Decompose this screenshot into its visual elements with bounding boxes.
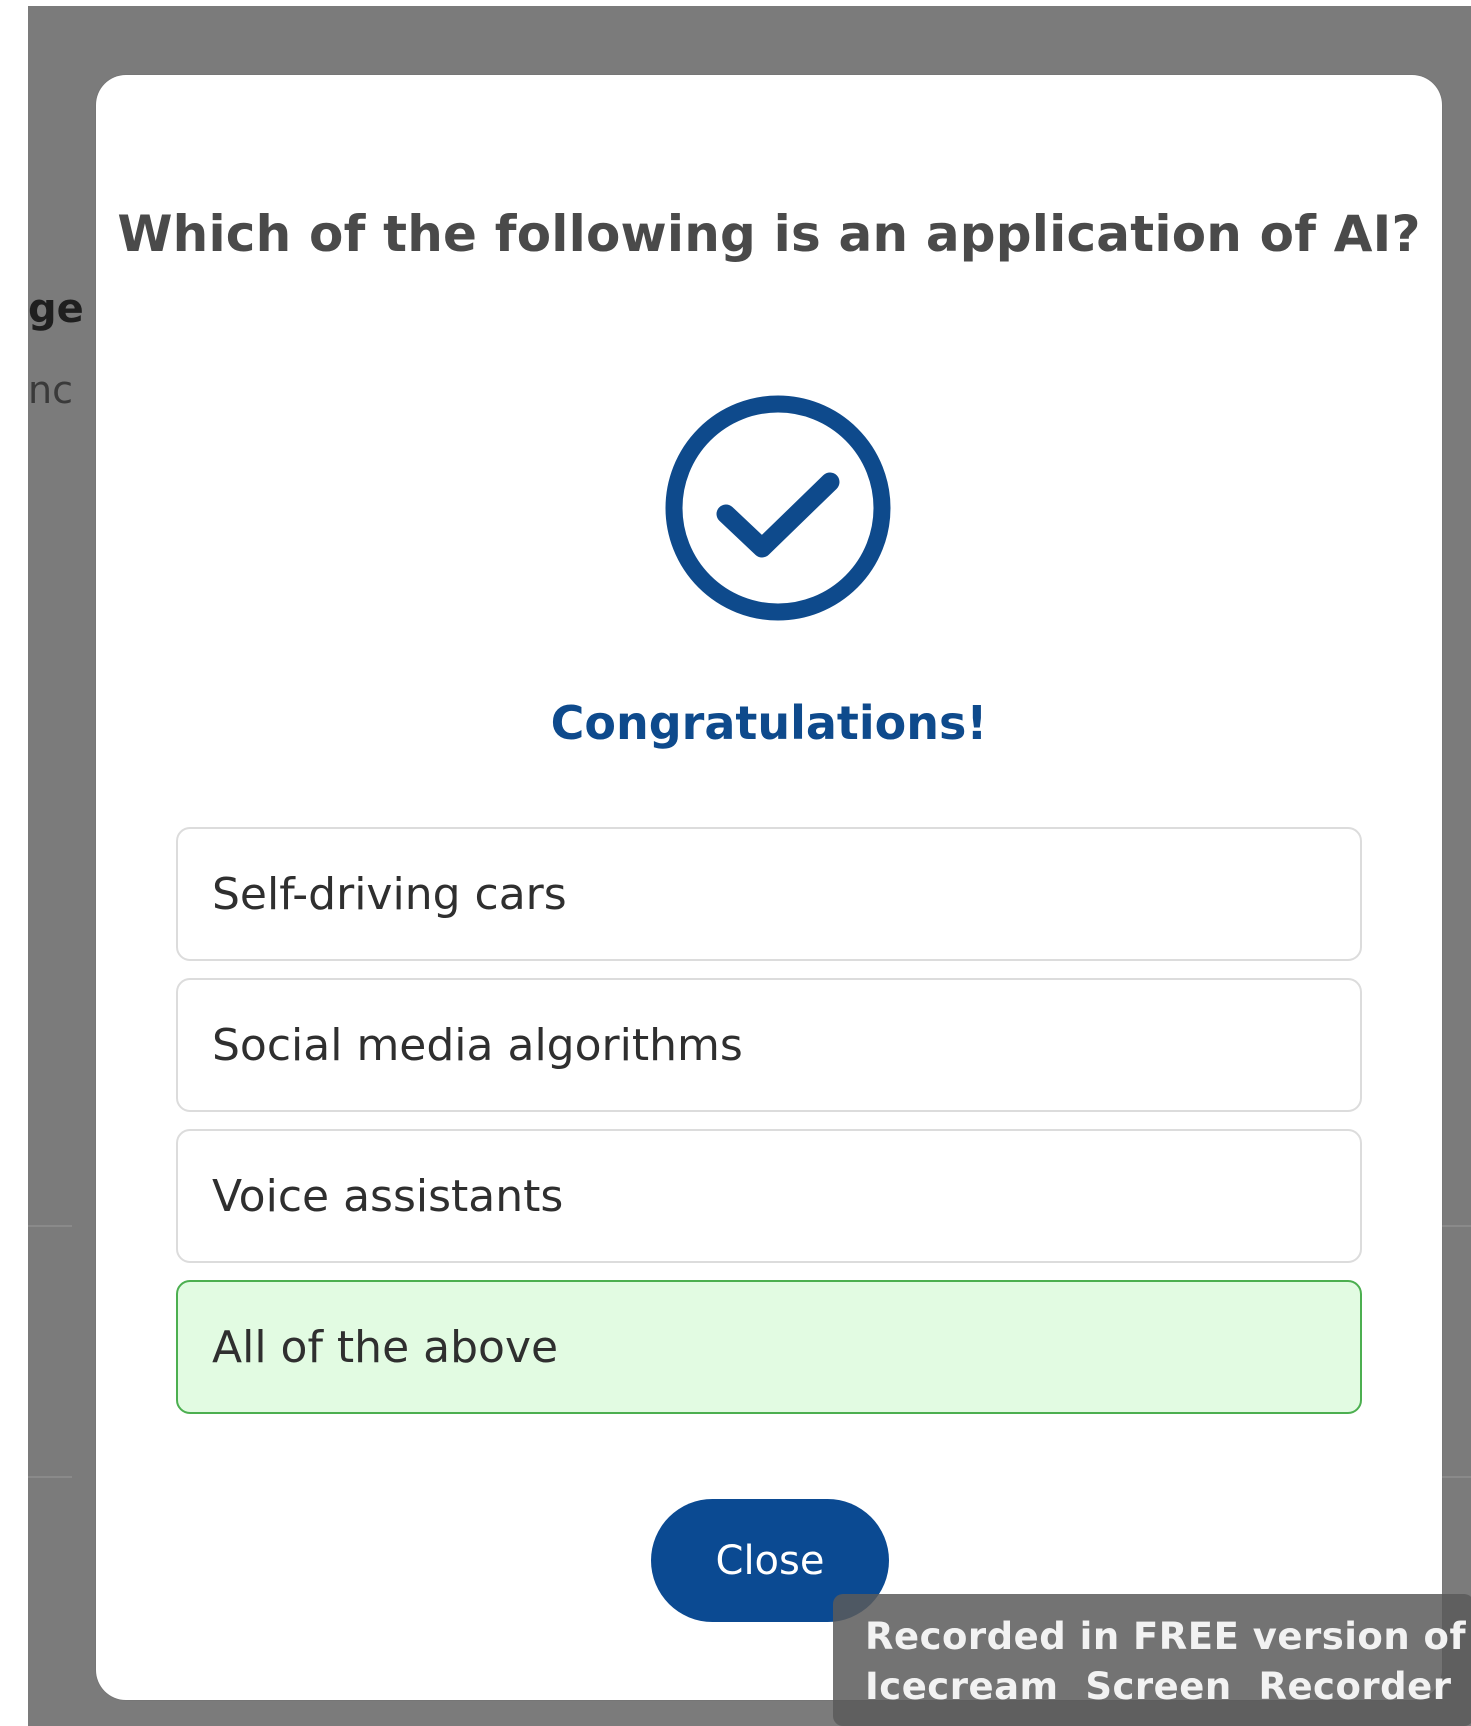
watermark-line: Recorded in FREE version of bbox=[865, 1615, 1467, 1658]
check-circle-icon bbox=[662, 392, 894, 624]
answer-option-label: Social media algorithms bbox=[212, 1019, 743, 1071]
background-divider bbox=[28, 1225, 72, 1227]
answer-option-label: Voice assistants bbox=[212, 1170, 564, 1222]
answer-option-label: All of the above bbox=[212, 1321, 559, 1373]
answer-option-correct[interactable]: All of the above bbox=[176, 1280, 1362, 1414]
app-screen: ge nc Which of the following is an appli… bbox=[28, 6, 1471, 1726]
answer-option[interactable]: Voice assistants bbox=[176, 1129, 1362, 1263]
question-title: Which of the following is an application… bbox=[117, 205, 1421, 263]
answer-options: Self-driving cars Social media algorithm… bbox=[176, 827, 1362, 1431]
recorder-watermark: Recorded in FREE version of Icecream Scr… bbox=[833, 1594, 1471, 1726]
answer-option[interactable]: Social media algorithms bbox=[176, 978, 1362, 1112]
background-text-fragment: nc bbox=[28, 368, 73, 412]
answer-option[interactable]: Self-driving cars bbox=[176, 827, 1362, 961]
result-message: Congratulations! bbox=[550, 696, 988, 750]
background-divider bbox=[28, 1476, 72, 1478]
watermark-line: Icecream Screen Recorder bbox=[865, 1665, 1452, 1708]
answer-option-label: Self-driving cars bbox=[212, 868, 567, 920]
background-heading-fragment: ge bbox=[28, 286, 84, 332]
quiz-result-modal: Which of the following is an application… bbox=[96, 75, 1442, 1700]
